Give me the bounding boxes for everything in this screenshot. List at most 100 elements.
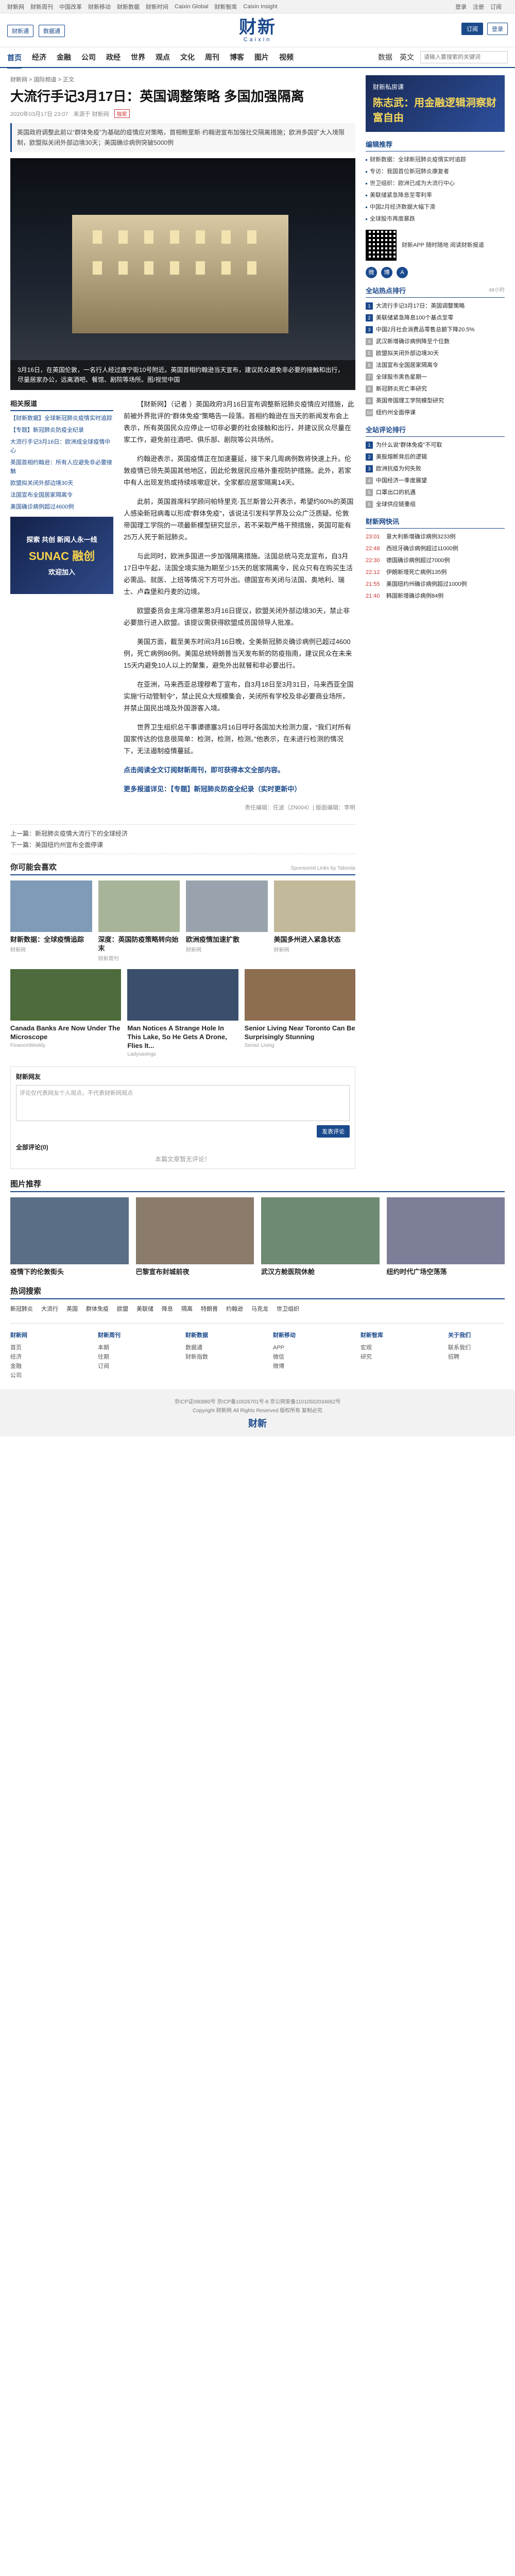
sitemap-link[interactable]: 联系我们	[448, 1343, 505, 1352]
app-icon[interactable]: A	[397, 267, 408, 278]
breadcrumb[interactable]: 财新网 > 国际频道 > 正文	[10, 75, 355, 83]
sponsored-card[interactable]: Canada Banks Are Now Under The Microscop…	[10, 969, 122, 1057]
photo-card[interactable]: 疫情下的伦敦街头	[10, 1197, 129, 1276]
sitemap-link[interactable]: 微信	[273, 1352, 330, 1362]
topbar-link[interactable]: 财新数据	[117, 3, 140, 11]
nav-item[interactable]: 图片	[254, 52, 269, 62]
subscribe-link[interactable]: 订阅	[490, 3, 502, 11]
rank-item[interactable]: 9 英国帝国理工学院模型研究	[366, 397, 505, 405]
recommend-card[interactable]: 深度：英国防疫策略转向始末 财新周刊	[98, 880, 180, 962]
comment-rank-item[interactable]: 5 口罩出口的机遇	[366, 488, 505, 497]
rank-item[interactable]: 2 美联储紧急降息100个基点至零	[366, 314, 505, 323]
nav-item[interactable]: 文化	[180, 52, 195, 62]
subscribe-button[interactable]: 订阅	[461, 23, 483, 35]
flash-item[interactable]: 22:12 伊朗新增死亡病例135例	[366, 568, 505, 577]
login-link[interactable]: 登录	[455, 3, 467, 11]
sitemap-link[interactable]: 订阅	[98, 1362, 154, 1371]
comment-rank-item[interactable]: 4 中国经济一季度展望	[366, 477, 505, 485]
rank-item[interactable]: 8 新冠肺炎死亡率研究	[366, 385, 505, 394]
nav-item[interactable]: 公司	[81, 52, 96, 62]
hotword[interactable]: 世卫组织	[277, 1304, 299, 1313]
rank-item[interactable]: 1 大流行手记3月17日：英国调整策略	[366, 302, 505, 311]
rank-item[interactable]: 4 武汉新增确诊病例降至个位数	[366, 337, 505, 346]
related-link[interactable]: 美国确诊病例超过4600例	[10, 503, 113, 512]
photo-card[interactable]: 武汉方舱医院休舱	[261, 1197, 380, 1276]
nav-item[interactable]: 博客	[230, 52, 244, 62]
related-link[interactable]: 英国首相约翰逊：所有人应避免非必要接触	[10, 459, 113, 476]
site-logo[interactable]: 财新 Caixin	[239, 18, 276, 43]
app-promo-text[interactable]: 财新APP 随时随地 阅读财新报道	[402, 241, 484, 250]
sitemap-link[interactable]: 金融	[10, 1362, 67, 1371]
hotword[interactable]: 马克龙	[251, 1304, 268, 1313]
sitemap-col-title[interactable]: 财新数据	[185, 1331, 242, 1340]
nav-item[interactable]: 经济	[32, 52, 46, 62]
sitemap-link[interactable]: 微博	[273, 1362, 330, 1371]
related-link[interactable]: 大流行手记3月16日：欧洲成全球疫情中心	[10, 438, 113, 455]
recommend-card[interactable]: 美国多州进入紧急状态 财新网	[273, 880, 355, 962]
sitemap-link[interactable]: 财新指数	[185, 1352, 242, 1362]
photo-card[interactable]: 纽约时代广场空荡荡	[386, 1197, 505, 1276]
flash-item[interactable]: 21:55 美国纽约州确诊病例超过1000例	[366, 580, 505, 588]
sponsored-card[interactable]: Senior Living Near Toronto Can Be Surpri…	[244, 969, 355, 1057]
rank-item[interactable]: 10 纽约州全面停课	[366, 409, 505, 417]
sitemap-link[interactable]: 首页	[10, 1343, 67, 1352]
sitemap-link[interactable]: 招聘	[448, 1352, 505, 1362]
login-button[interactable]: 登录	[487, 23, 508, 35]
comment-rank-item[interactable]: 1 为什么说“群体免疫”不可取	[366, 441, 505, 450]
sitemap-link[interactable]: 宏观	[360, 1343, 417, 1352]
sitemap-col-title[interactable]: 财新网	[10, 1331, 67, 1340]
wechat-icon[interactable]: 微	[366, 267, 377, 278]
flash-item[interactable]: 21:40 韩国新增确诊病例84例	[366, 592, 505, 600]
nav-item-home[interactable]: 首页	[7, 53, 22, 69]
photo-card[interactable]: 巴黎宣布封城前夜	[135, 1197, 254, 1276]
hotword[interactable]: 新冠肺炎	[10, 1304, 33, 1313]
sitemap-link[interactable]: 本期	[98, 1343, 154, 1352]
nav-item[interactable]: 世界	[131, 52, 145, 62]
editor-pick[interactable]: 专访：我国首位新冠肺炎康复者	[366, 167, 505, 176]
rank-item[interactable]: 7 全球股市黑色星期一	[366, 373, 505, 382]
flash-item[interactable]: 23:01 意大利新增确诊病例3233例	[366, 533, 505, 541]
topbar-link[interactable]: Caixin Global	[175, 4, 208, 10]
topbar-link[interactable]: 财新网	[7, 3, 24, 11]
related-link[interactable]: 法国宣布全国居家隔离令	[10, 491, 113, 500]
sitemap-link[interactable]: 往期	[98, 1352, 154, 1362]
related-link[interactable]: 【财新数据】全球新冠肺炎疫情实时追踪	[10, 414, 113, 423]
flash-item[interactable]: 22:48 西班牙确诊病例超过11000例	[366, 545, 505, 553]
hotword[interactable]: 大流行	[41, 1304, 58, 1313]
nav-item-english[interactable]: 英文	[400, 52, 414, 62]
comment-rank-item[interactable]: 6 全球供应链重组	[366, 500, 505, 509]
nav-item[interactable]: 观点	[156, 52, 170, 62]
topbar-link[interactable]: Caixin Insight	[243, 4, 277, 10]
editor-pick[interactable]: 世卫组织：欧洲已成为大流行中心	[366, 179, 505, 188]
related-link[interactable]: 欧盟拟关闭外部边境30天	[10, 479, 113, 488]
prev-article-link[interactable]: 上一篇：新冠肺炎疫情大流行下的全球经济	[10, 828, 355, 839]
hotword[interactable]: 美联储	[136, 1304, 153, 1313]
sponsored-card[interactable]: Man Notices A Strange Hole In This Lake,…	[127, 969, 238, 1057]
sitemap-link[interactable]: 经济	[10, 1352, 67, 1362]
sunac-ad[interactable]: 探索 共创 新闻人永一线 SUNAC 融创 欢迎加入	[10, 517, 113, 594]
sitemap-link[interactable]: 公司	[10, 1371, 67, 1380]
editor-pick[interactable]: 美联储紧急降息至零利率	[366, 191, 505, 200]
editor-pick[interactable]: 财新数据：全球新冠肺炎疫情实时追踪	[366, 156, 505, 164]
caixin-tong-link[interactable]: 财新通	[7, 25, 33, 37]
register-link[interactable]: 注册	[473, 3, 484, 11]
comment-rank-item[interactable]: 2 美股熔断背后的逻辑	[366, 453, 505, 462]
next-article-link[interactable]: 下一篇：美国纽约州宣布全面停课	[10, 839, 355, 851]
hotword[interactable]: 特朗普	[201, 1304, 218, 1313]
topbar-link[interactable]: 财新移动	[88, 3, 111, 11]
hot-rank-tab[interactable]: 48小时	[489, 285, 505, 295]
recommend-card[interactable]: 欧洲疫情加速扩散 财新网	[186, 880, 268, 962]
sitemap-link[interactable]: 数据通	[185, 1343, 242, 1352]
nav-item[interactable]: 金融	[57, 52, 71, 62]
submit-comment-button[interactable]: 发表评论	[317, 1125, 350, 1138]
hotword[interactable]: 欧盟	[117, 1304, 128, 1313]
sitemap-col-title[interactable]: 财新移动	[273, 1331, 330, 1340]
hotword[interactable]: 群体免疫	[86, 1304, 109, 1313]
data-tong-link[interactable]: 数据通	[39, 25, 65, 37]
taboola-note[interactable]: Sponsored Links by Taboola	[291, 866, 355, 871]
sitemap-link[interactable]: 研究	[360, 1352, 417, 1362]
private-course-ad[interactable]: 财新私房课 陈志武：用金融逻辑洞察财富自由	[366, 75, 505, 132]
rank-item[interactable]: 6 法国宣布全国居家隔离令	[366, 361, 505, 370]
rank-item[interactable]: 3 中国2月社会消费品零售总额下降20.5%	[366, 326, 505, 334]
recommend-card[interactable]: 财新数据：全球疫情追踪 财新网	[10, 880, 92, 962]
